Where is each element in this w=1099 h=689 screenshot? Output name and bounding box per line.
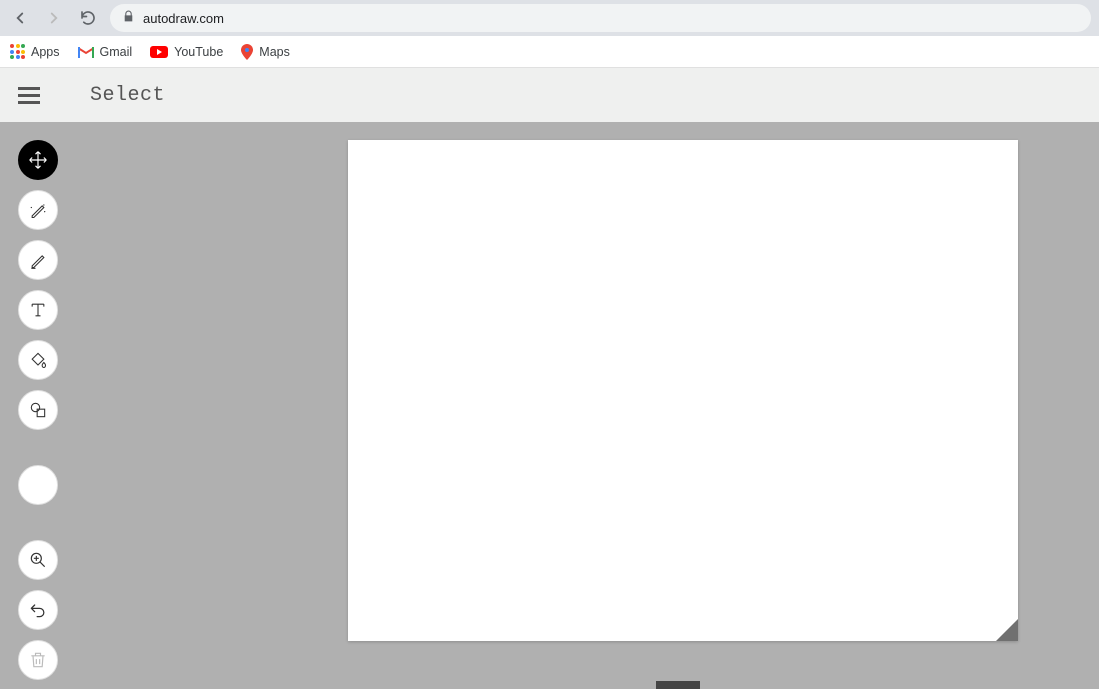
bookmark-maps[interactable]: Maps: [241, 44, 290, 60]
undo-icon: [28, 600, 48, 620]
app-header: Select: [0, 68, 1099, 122]
forward-button[interactable]: [42, 6, 66, 30]
tool-title: Select: [90, 84, 165, 107]
shapes-icon: [28, 400, 48, 420]
youtube-icon: [150, 46, 168, 58]
drawing-canvas[interactable]: [348, 140, 1018, 641]
bookmark-youtube[interactable]: YouTube: [150, 45, 223, 59]
paint-bucket-icon: [28, 350, 48, 370]
magic-pencil-icon: [28, 200, 48, 220]
color-picker[interactable]: [18, 465, 58, 505]
apps-grid-icon: [10, 44, 25, 59]
draw-tool[interactable]: [18, 240, 58, 280]
bookmarks-bar: Apps Gmail YouTube Maps: [0, 36, 1099, 68]
maps-pin-icon: [241, 44, 253, 60]
select-tool[interactable]: [18, 140, 58, 180]
url-text: autodraw.com: [143, 11, 224, 26]
bookmark-apps[interactable]: Apps: [10, 44, 60, 59]
undo-tool[interactable]: [18, 590, 58, 630]
move-icon: [28, 150, 48, 170]
bookmark-label: Gmail: [100, 45, 133, 59]
zoom-tool[interactable]: [18, 540, 58, 580]
delete-tool[interactable]: [18, 640, 58, 680]
bookmark-label: Maps: [259, 45, 290, 59]
workspace: [0, 122, 1099, 689]
canvas-resize-handle[interactable]: [996, 619, 1018, 641]
text-icon: [28, 300, 48, 320]
horizontal-scroll-thumb[interactable]: [656, 681, 700, 689]
fill-tool[interactable]: [18, 340, 58, 380]
trash-icon: [28, 650, 48, 670]
menu-button[interactable]: [18, 87, 40, 104]
bookmark-label: YouTube: [174, 45, 223, 59]
address-bar[interactable]: autodraw.com: [110, 4, 1091, 32]
autodraw-tool[interactable]: [18, 190, 58, 230]
type-tool[interactable]: [18, 290, 58, 330]
bookmark-gmail[interactable]: Gmail: [78, 45, 133, 59]
lock-icon: [122, 10, 135, 26]
gmail-icon: [78, 46, 94, 58]
bookmark-label: Apps: [31, 45, 60, 59]
toolbar: [18, 140, 58, 680]
back-button[interactable]: [8, 6, 32, 30]
shape-tool[interactable]: [18, 390, 58, 430]
zoom-in-icon: [28, 550, 48, 570]
reload-button[interactable]: [76, 6, 100, 30]
pencil-icon: [28, 250, 48, 270]
browser-toolbar: autodraw.com: [0, 0, 1099, 36]
